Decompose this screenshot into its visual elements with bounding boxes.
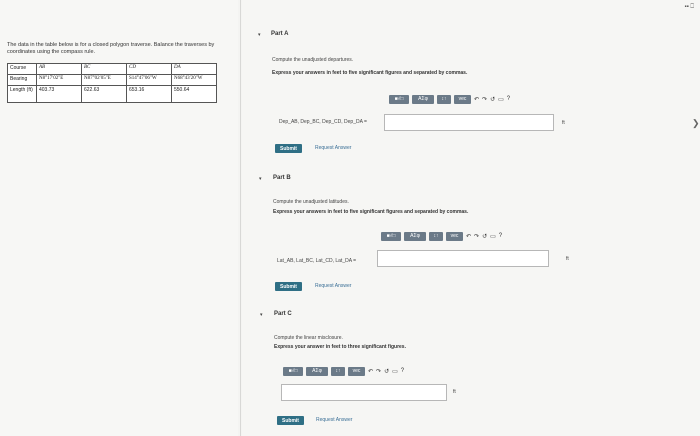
undo-icon[interactable]: ↶ <box>466 233 471 240</box>
part-a-title[interactable]: Part A <box>271 31 288 37</box>
part-b-unit: ft <box>566 256 569 262</box>
part-a-unit: ft <box>562 120 565 126</box>
vec-button[interactable]: vec <box>454 94 471 104</box>
part-c-math-toolbar: ■√□ AΣφ ↕↑ vec ↶ ↷ ↺ ▭ ? <box>283 366 404 376</box>
part-b-title[interactable]: Part B <box>273 175 291 181</box>
vec-button[interactable]: vec <box>446 231 463 241</box>
part-c-submit-button[interactable]: Submit <box>277 416 304 425</box>
help-icon[interactable]: ? <box>401 368 404 374</box>
table-cell: N68°43′20″W <box>171 74 217 86</box>
table-cell: CD <box>126 63 172 75</box>
subscript-button[interactable]: ↕↑ <box>331 366 345 376</box>
part-c-prompt: Compute the linear misclosure. <box>274 335 343 341</box>
part-b-prompt: Compute the unadjusted latitudes. <box>273 199 349 205</box>
part-c-answer-input[interactable] <box>281 384 447 401</box>
part-b-request-answer-link[interactable]: Request Answer <box>315 283 351 289</box>
subscript-button[interactable]: ↕↑ <box>437 94 451 104</box>
table-cell: N87°02′05″E <box>81 74 127 86</box>
table-cell: 550.64 <box>171 85 217 103</box>
table-cell: BC <box>81 63 127 75</box>
help-icon[interactable]: ? <box>507 96 510 102</box>
vec-button[interactable]: vec <box>348 366 365 376</box>
help-icon[interactable]: ? <box>499 233 502 239</box>
table-cell: 403.73 <box>36 85 82 103</box>
table-cell: Length (ft) <box>7 85 37 103</box>
problem-statement: The data in the table below is for a clo… <box>7 42 215 55</box>
table-row: Course AB BC CD DA <box>7 63 217 75</box>
table-row: Length (ft) 403.73 622.63 653.16 550.64 <box>7 85 217 103</box>
part-a-request-answer-link[interactable]: Request Answer <box>315 145 351 151</box>
undo-icon[interactable]: ↶ <box>368 368 373 375</box>
reset-icon[interactable]: ↺ <box>490 96 495 103</box>
table-cell: Course <box>7 63 37 75</box>
part-a-answer-label: Dep_AB, Dep_BC, Dep_CD, Dep_DA = <box>279 119 367 125</box>
table-cell: N8°17′02″E <box>36 74 82 86</box>
table-cell: 653.16 <box>126 85 172 103</box>
part-a-submit-button[interactable]: Submit <box>275 144 302 153</box>
table-cell: DA <box>171 63 217 75</box>
keyboard-icon[interactable]: ▭ <box>392 368 398 375</box>
template-button[interactable]: ■√□ <box>381 231 401 241</box>
symbols-button[interactable]: AΣφ <box>404 231 426 241</box>
template-button[interactable]: ■√□ <box>283 366 303 376</box>
part-c-title[interactable]: Part C <box>274 311 292 317</box>
part-b-answer-label: Lat_AB, Lat_BC, Lat_CD, Lat_DA = <box>277 258 357 264</box>
part-c-instruction: Express your answer in feet to three sig… <box>274 344 406 350</box>
collapse-chevron-icon[interactable]: ▾ <box>258 32 261 38</box>
redo-icon[interactable]: ↷ <box>482 96 487 103</box>
part-b-math-toolbar: ■√□ AΣφ ↕↑ vec ↶ ↷ ↺ ▭ ? <box>381 231 502 241</box>
subscript-button[interactable]: ↕↑ <box>429 231 443 241</box>
panel-divider <box>240 0 241 436</box>
table-cell: 622.63 <box>81 85 127 103</box>
table-cell: Bearing <box>7 74 37 86</box>
part-c-unit: ft <box>453 389 456 395</box>
keyboard-icon[interactable]: ▭ <box>490 233 496 240</box>
table-row: Bearing N8°17′02″E N87°02′05″E S14°47′06… <box>7 74 217 86</box>
table-cell: AB <box>36 63 82 75</box>
redo-icon[interactable]: ↷ <box>474 233 479 240</box>
part-a-math-toolbar: ■√□ AΣφ ↕↑ vec ↶ ↷ ↺ ▭ ? <box>389 94 510 104</box>
part-a-instruction: Express your answers in feet to five sig… <box>272 70 468 76</box>
part-c-request-answer-link[interactable]: Request Answer <box>316 417 352 423</box>
table-cell: S14°47′06″W <box>126 74 172 86</box>
keyboard-icon[interactable]: ▭ <box>498 96 504 103</box>
window-controls[interactable]: ▪▪ ⎕ <box>684 4 694 11</box>
symbols-button[interactable]: AΣφ <box>412 94 434 104</box>
part-b-answer-input[interactable] <box>377 250 549 267</box>
collapse-chevron-icon[interactable]: ▾ <box>259 176 262 182</box>
part-a-prompt: Compute the unadjusted departures. <box>272 57 354 63</box>
part-a-answer-input[interactable] <box>384 114 554 131</box>
part-b-submit-button[interactable]: Submit <box>275 282 302 291</box>
next-arrow-icon[interactable]: ❯ <box>692 118 700 129</box>
part-b-instruction: Express your answers in feet to five sig… <box>273 209 469 215</box>
reset-icon[interactable]: ↺ <box>384 368 389 375</box>
undo-icon[interactable]: ↶ <box>474 96 479 103</box>
template-button[interactable]: ■√□ <box>389 94 409 104</box>
traverse-table: Course AB BC CD DA Bearing N8°17′02″E N8… <box>7 63 217 103</box>
redo-icon[interactable]: ↷ <box>376 368 381 375</box>
collapse-chevron-icon[interactable]: ▾ <box>260 312 263 318</box>
symbols-button[interactable]: AΣφ <box>306 366 328 376</box>
reset-icon[interactable]: ↺ <box>482 233 487 240</box>
